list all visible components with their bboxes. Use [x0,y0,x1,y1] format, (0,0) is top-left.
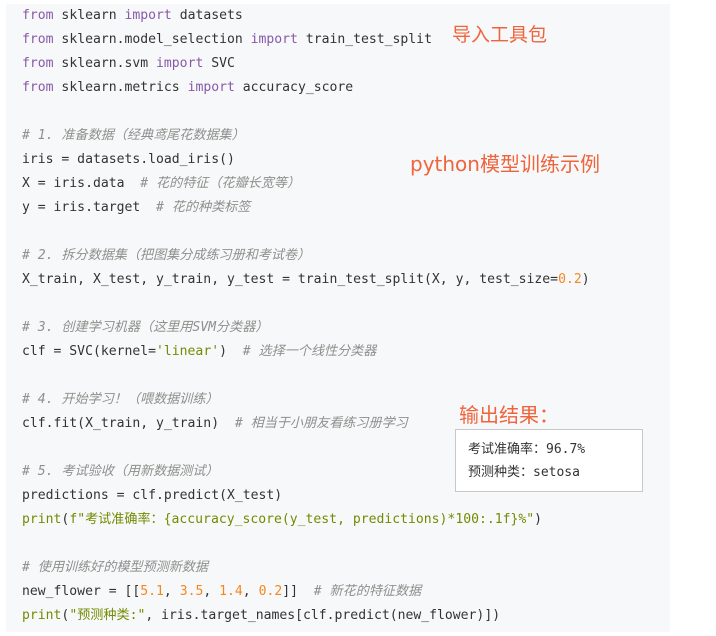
code-line: iris = datasets.load_iris() [22,152,235,167]
output-box: 考试准确率：96.7% 预测种类：setosa [455,429,643,492]
code-line: from sklearn.svm import SVC [22,56,235,71]
code-line: from sklearn.model_selection import trai… [22,32,432,47]
code-line: # 2. 拆分数据集（把图集分成练习册和考试卷） [22,248,311,263]
output-annotation: 输出结果： [459,403,559,427]
code-line: # 使用训练好的模型预测新数据 [22,560,208,575]
import-annotation: 导入工具包 [452,24,548,46]
code-block: from sklearn import datasets from sklearn… [6,4,670,632]
code-line: print(f"考试准确率：{accuracy_score(y_test, pr… [22,512,543,527]
code-line: new_flower = [[5.1, 3.5, 1.4, 0.2]] # 新花… [22,584,422,599]
title-annotation: python模型训练示例 [410,152,600,176]
code-line: from sklearn.metrics import accuracy_sco… [22,80,354,95]
code-line: predictions = clf.predict(X_test) [22,488,283,503]
code-line: clf = SVC(kernel='linear') # 选择一个线性分类器 [22,344,377,359]
code-line: y = iris.target # 花的种类标签 [22,200,251,215]
code-line: X_train, X_test, y_train, y_test = train… [22,272,590,287]
code-line: clf.fit(X_train, y_train) # 相当于小朋友看练习册学习 [22,416,408,431]
output-accuracy: 考试准确率：96.7% [468,442,586,457]
code-line: print("预测种类:", iris.target_names[clf.pre… [22,608,501,623]
code-line: from sklearn import datasets [22,8,243,23]
code-line: # 1. 准备数据（经典鸢尾花数据集） [22,128,245,143]
code-line: # 4. 开始学习！（喂数据训练） [22,392,219,407]
code-line: # 3. 创建学习机器（这里用SVM分类器） [22,320,269,335]
code-line: # 5. 考试验收（用新数据测试） [22,464,219,479]
output-prediction: 预测种类：setosa [468,465,580,480]
code-line: X = iris.data # 花的特征（花瓣长宽等） [22,176,301,191]
